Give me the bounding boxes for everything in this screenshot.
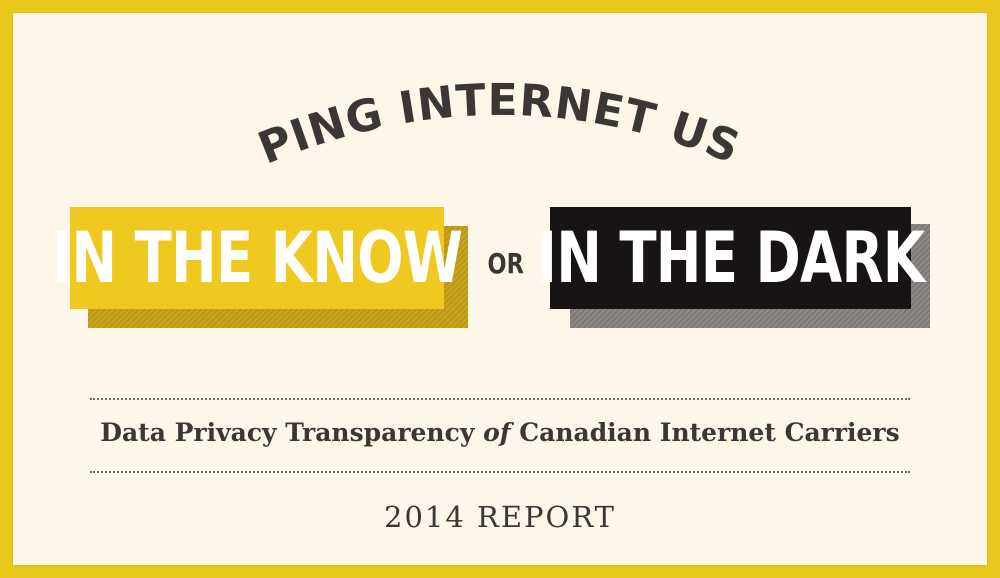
or-label: OR bbox=[487, 247, 525, 280]
in-the-dark-label: IN THE DARK bbox=[536, 217, 925, 299]
report-year-label: 2014 REPORT bbox=[384, 500, 616, 534]
arched-heading-svg: KEEPING INTERNET USERS bbox=[232, 30, 747, 175]
arched-heading-textpath: KEEPING INTERNET USERS bbox=[232, 30, 746, 175]
dotted-divider-bottom bbox=[90, 471, 910, 473]
in-the-know-label: IN THE KNOW bbox=[51, 217, 463, 299]
subtitle: Data Privacy Transparency of Canadian In… bbox=[90, 418, 910, 447]
arched-heading: KEEPING INTERNET USERS bbox=[232, 30, 750, 180]
in-the-know-box: IN THE KNOW bbox=[52, 207, 463, 309]
subtitle-italic-of: of bbox=[483, 418, 511, 447]
in-the-dark-box: IN THE DARK bbox=[537, 207, 925, 309]
subtitle-part3: Canadian Internet Carriers bbox=[519, 418, 900, 447]
subtitle-part1: Data Privacy Transparency bbox=[100, 418, 475, 447]
dotted-divider-top bbox=[90, 398, 910, 400]
or-connector: OR bbox=[481, 247, 531, 280]
arched-heading-text: KEEPING INTERNET USERS bbox=[250, 70, 747, 175]
